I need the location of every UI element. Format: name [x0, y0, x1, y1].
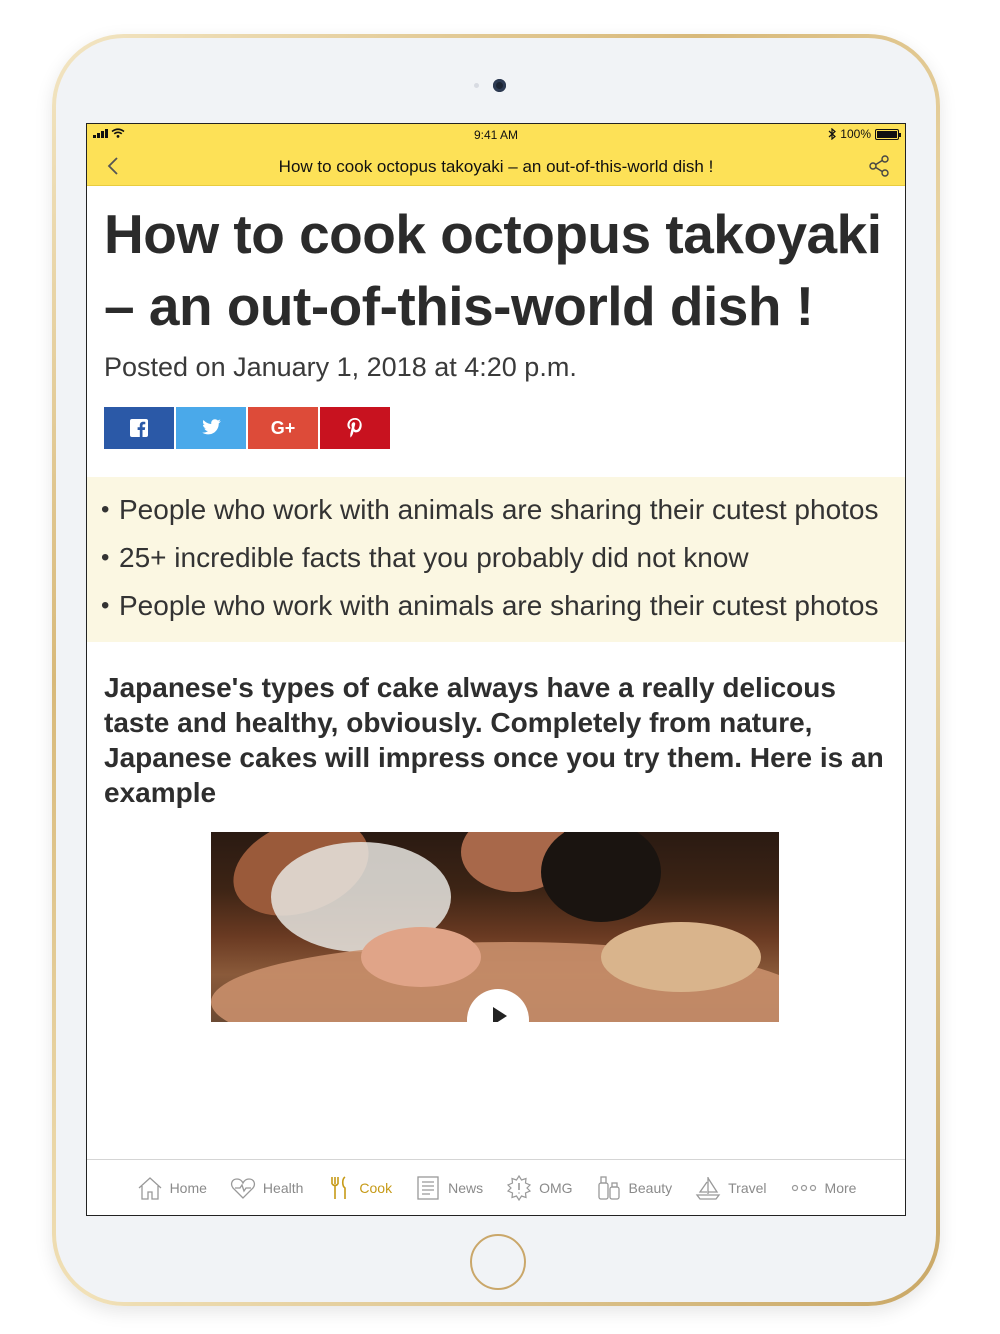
- nav-bar: How to cook octopus takoyaki – an out-of…: [87, 146, 905, 186]
- tab-more[interactable]: More: [789, 1174, 857, 1202]
- video-thumbnail[interactable]: [211, 832, 779, 1022]
- tab-news[interactable]: News: [414, 1174, 483, 1202]
- twitter-share-button[interactable]: [176, 407, 246, 449]
- pinterest-icon: [347, 418, 362, 438]
- tab-label: OMG: [539, 1179, 573, 1196]
- tab-beauty[interactable]: Beauty: [595, 1174, 673, 1202]
- tab-home[interactable]: Home: [136, 1174, 207, 1202]
- status-bar: 9:41 AM 100%: [87, 124, 905, 146]
- posted-date: Posted on January 1, 2018 at 4:20 p.m.: [104, 352, 577, 382]
- light-sensor: [474, 83, 479, 88]
- sleeve-shape: [541, 832, 661, 922]
- sailboat-icon: [695, 1176, 721, 1200]
- tab-label: Beauty: [628, 1179, 673, 1196]
- tab-label: Health: [262, 1179, 304, 1196]
- pinterest-share-button[interactable]: [320, 407, 390, 449]
- tab-travel[interactable]: Travel: [694, 1174, 767, 1202]
- tab-label: Home: [169, 1179, 207, 1196]
- bullet: •: [101, 496, 110, 523]
- home-icon: [138, 1176, 161, 1200]
- facebook-share-button[interactable]: [104, 407, 174, 449]
- tab-bar: Home Health Cook News OMG Beauty Travel: [87, 1159, 905, 1215]
- related-link-text: People who work with animals are sharing…: [119, 494, 879, 525]
- cutlery-icon: [331, 1175, 347, 1199]
- food-shape: [601, 922, 761, 992]
- related-link-text: 25+ incredible facts that you probably d…: [119, 542, 749, 573]
- tab-label: News: [448, 1179, 484, 1196]
- tab-label: Cook: [359, 1179, 393, 1196]
- tab-label: More: [824, 1179, 857, 1196]
- battery-percent: 100%: [840, 127, 871, 141]
- twitter-icon: [202, 419, 221, 435]
- share-icon[interactable]: [867, 154, 891, 178]
- related-link[interactable]: • 25+ incredible facts that you probably…: [101, 539, 888, 576]
- article-lead: Japanese's types of cake always have a r…: [104, 672, 884, 808]
- status-time: 9:41 AM: [473, 128, 519, 142]
- bluetooth-icon: [828, 128, 837, 140]
- social-share-row: G+: [104, 407, 888, 449]
- bullet: •: [101, 592, 110, 619]
- tab-label: Travel: [728, 1179, 767, 1196]
- tab-omg[interactable]: OMG: [505, 1174, 573, 1202]
- nav-title: How to cook octopus takoyaki – an out-of…: [278, 157, 714, 176]
- app-screen: 9:41 AM 100% How to cook octopus takoyak…: [86, 123, 906, 1216]
- home-button[interactable]: [470, 1234, 526, 1290]
- facebook-icon: [130, 419, 148, 437]
- related-link[interactable]: • People who work with animals are shari…: [101, 587, 888, 624]
- related-link[interactable]: • People who work with animals are shari…: [101, 491, 888, 528]
- google-plus-share-button[interactable]: G+: [248, 407, 318, 449]
- status-right: 100%: [828, 127, 901, 141]
- camera-icon: [493, 79, 506, 92]
- newspaper-icon: [417, 1175, 439, 1200]
- tab-health[interactable]: Health: [229, 1174, 303, 1202]
- beauty-icon: [597, 1175, 620, 1200]
- heart-icon: [230, 1177, 255, 1199]
- related-articles: • People who work with animals are shari…: [87, 477, 905, 642]
- more-icon: [791, 1184, 816, 1191]
- battery-icon: [875, 128, 901, 140]
- bullet: •: [101, 544, 110, 571]
- article-header: How to cook octopus takoyaki – an out-of…: [87, 198, 905, 449]
- related-link-text: People who work with animals are sharing…: [119, 590, 879, 621]
- back-icon[interactable]: [101, 152, 127, 180]
- food-shape: [361, 927, 481, 987]
- google-plus-icon: G+: [270, 417, 296, 438]
- omg-icon: [507, 1174, 532, 1201]
- article-title: How to cook octopus takoyaki – an out-of…: [104, 203, 882, 337]
- tab-cook[interactable]: Cook: [325, 1174, 392, 1202]
